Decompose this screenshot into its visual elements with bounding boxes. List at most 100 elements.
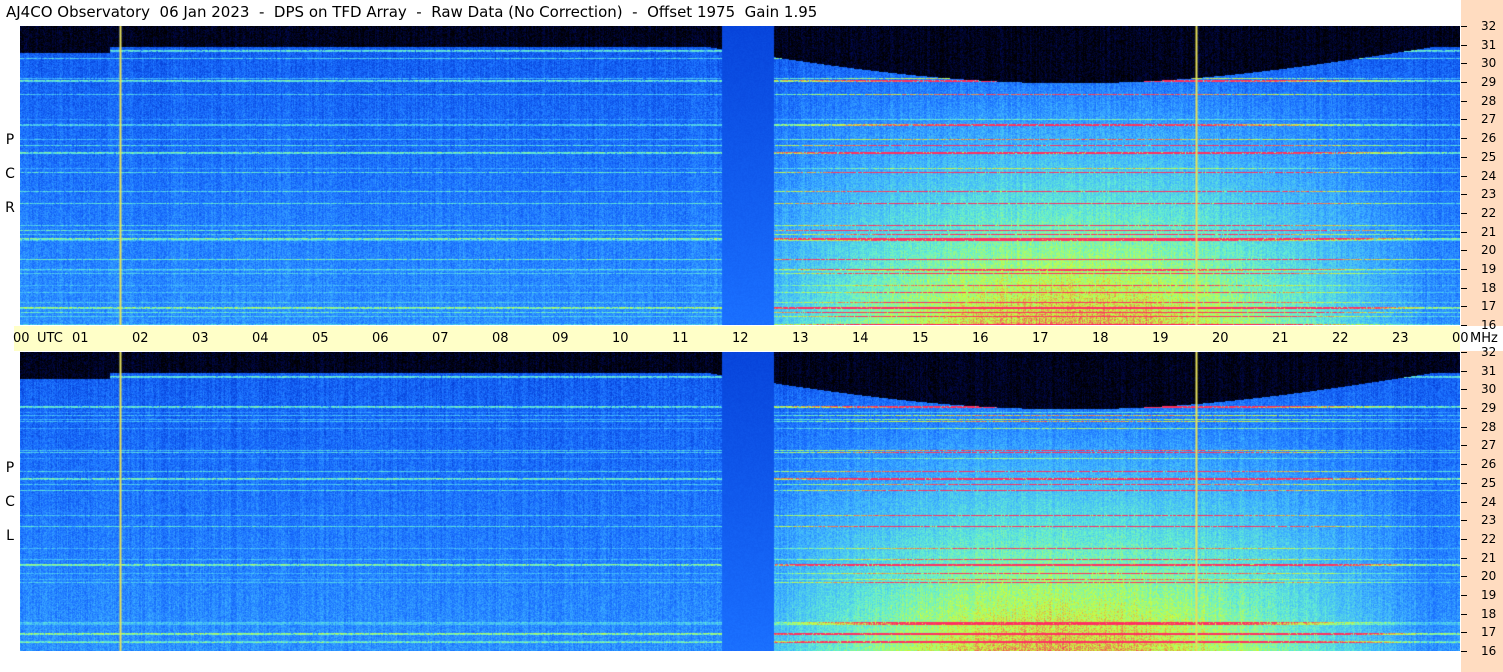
frequency-tick-mark: [1461, 408, 1467, 410]
utc-tick-label: 03: [192, 331, 209, 346]
lcp-spectrogram: [20, 352, 1460, 651]
frequency-tick-label: 20: [1481, 569, 1497, 584]
frequency-tick-mark: [1461, 501, 1467, 503]
utc-tick-label: 21: [1272, 331, 1289, 346]
frequency-tick-label: 28: [1481, 93, 1497, 108]
frequency-tick-label: 32: [1481, 19, 1497, 33]
frequency-tick-label: 24: [1481, 168, 1497, 183]
frequency-tick-mark: [1461, 352, 1467, 353]
frequency-tick-label: 20: [1481, 243, 1497, 258]
frequency-tick-mark: [1461, 231, 1467, 233]
utc-tick-label: 22: [1332, 331, 1349, 346]
frequency-tick-mark: [1461, 306, 1467, 308]
utc-tick-label: 11: [672, 331, 689, 346]
utc-tick-label: 06: [372, 331, 389, 346]
frequency-tick-label: 23: [1481, 513, 1497, 528]
frequency-tick-mark: [1461, 370, 1467, 372]
frequency-tick-mark: [1461, 82, 1467, 84]
frequency-tick-mark: [1461, 156, 1467, 158]
lcp-heatmap: [20, 352, 1460, 651]
frequency-tick-mark: [1461, 26, 1467, 27]
frequency-tick-label: 21: [1481, 550, 1497, 565]
utc-tick-label: 07: [432, 331, 449, 346]
frequency-tick-label: 19: [1481, 587, 1497, 602]
frequency-tick-label: 32: [1481, 345, 1497, 359]
frequency-tick-mark: [1461, 613, 1467, 615]
frequency-tick-label: 27: [1481, 438, 1497, 453]
frequency-tick-label: 18: [1481, 280, 1497, 295]
frequency-tick-label: 23: [1481, 187, 1497, 202]
utc-tick-label: 00: [1452, 331, 1469, 346]
frequency-tick-label: 26: [1481, 131, 1497, 146]
utc-unit-label: UTC: [37, 331, 63, 346]
frequency-tick-label: 25: [1481, 149, 1497, 164]
utc-tick-label: 18: [1092, 331, 1109, 346]
frequency-tick-label: 18: [1481, 606, 1497, 621]
frequency-tick-mark: [1461, 426, 1467, 428]
frequency-tick-label: 16: [1481, 644, 1497, 658]
frequency-tick-mark: [1461, 63, 1467, 65]
utc-tick-label: 20: [1212, 331, 1229, 346]
utc-tick-label: 14: [852, 331, 869, 346]
frequency-tick-label: 30: [1481, 382, 1497, 397]
frequency-tick-label: 22: [1481, 531, 1497, 546]
frequency-tick-label: 22: [1481, 205, 1497, 220]
utc-tick-label: 00: [13, 331, 30, 346]
lcp-label: L C P: [2, 352, 18, 651]
utc-tick-label: 12: [732, 331, 749, 346]
rcp-heatmap: [20, 26, 1460, 325]
utc-tick-label: 17: [1032, 331, 1049, 346]
frequency-tick-mark: [1461, 576, 1467, 578]
lcp-letter-c: C: [5, 494, 15, 510]
utc-tick-label: 08: [492, 331, 509, 346]
mhz-unit-label: MHz: [1470, 331, 1498, 346]
frequency-tick-label: 19: [1481, 261, 1497, 276]
frequency-tick-mark: [1461, 268, 1467, 270]
frequency-tick-label: 31: [1481, 363, 1497, 378]
utc-tick-label: 04: [252, 331, 269, 346]
frequency-tick-label: 26: [1481, 457, 1497, 472]
rcp-letter-p: P: [5, 132, 15, 148]
utc-tick-label: 19: [1152, 331, 1169, 346]
frequency-tick-mark: [1461, 212, 1467, 214]
frequency-tick-mark: [1461, 594, 1467, 596]
frequency-tick-label: 24: [1481, 494, 1497, 509]
frequency-tick-label: 25: [1481, 475, 1497, 490]
utc-tick-label: 01: [72, 331, 89, 346]
frequency-tick-label: 16: [1481, 318, 1497, 332]
utc-tick-label: 16: [972, 331, 989, 346]
lcp-frequency-axis: [1461, 351, 1503, 672]
frequency-tick-mark: [1461, 557, 1467, 559]
frequency-tick-mark: [1461, 325, 1467, 326]
frequency-tick-mark: [1461, 138, 1467, 140]
frequency-tick-label: 29: [1481, 401, 1497, 416]
frequency-tick-label: 29: [1481, 75, 1497, 90]
frequency-tick-mark: [1461, 520, 1467, 522]
rcp-letter-c: C: [5, 166, 15, 182]
utc-tick-label: 23: [1392, 331, 1409, 346]
frequency-tick-mark: [1461, 250, 1467, 252]
frequency-tick-label: 30: [1481, 56, 1497, 71]
frequency-tick-mark: [1461, 389, 1467, 391]
frequency-tick-mark: [1461, 482, 1467, 484]
frequency-tick-label: 17: [1481, 299, 1497, 314]
frequency-tick-mark: [1461, 538, 1467, 540]
lcp-letter-p: P: [5, 460, 15, 476]
frequency-tick-mark: [1461, 44, 1467, 46]
frequency-tick-label: 17: [1481, 625, 1497, 640]
chart-title: AJ4CO Observatory 06 Jan 2023 - DPS on T…: [6, 3, 818, 21]
frequency-tick-label: 31: [1481, 37, 1497, 52]
utc-tick-label: 02: [132, 331, 149, 346]
utc-tick-label: 13: [792, 331, 809, 346]
frequency-tick-mark: [1461, 119, 1467, 121]
utc-tick-label: 09: [552, 331, 569, 346]
utc-tick-label: 15: [912, 331, 929, 346]
lcp-letter-l: L: [6, 528, 14, 544]
rcp-letter-r: R: [5, 200, 15, 216]
frequency-tick-label: 21: [1481, 224, 1497, 239]
frequency-tick-mark: [1461, 445, 1467, 447]
frequency-tick-mark: [1461, 464, 1467, 466]
frequency-tick-mark: [1461, 287, 1467, 289]
frequency-tick-label: 28: [1481, 419, 1497, 434]
rcp-label: R C P: [2, 26, 18, 325]
